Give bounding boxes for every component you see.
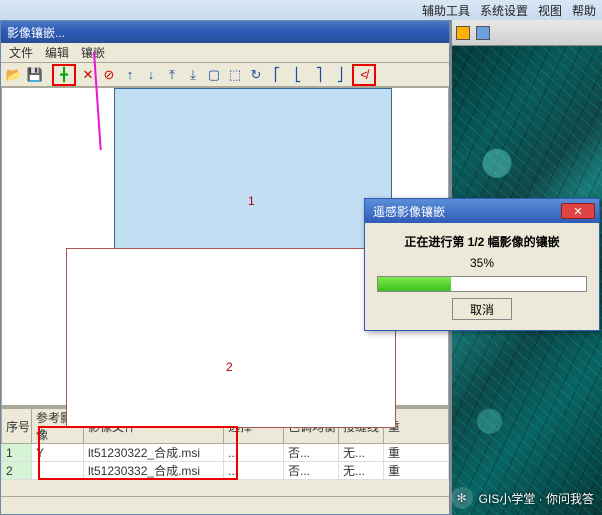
window-title: 影像镶嵌... xyxy=(7,24,65,41)
bracket3-icon[interactable]: ⎤ xyxy=(310,66,328,84)
dialog-title: 遥感影像镶嵌 xyxy=(373,203,445,220)
menu-aux[interactable]: 辅助工具 xyxy=(422,2,470,19)
progress-bar xyxy=(377,276,587,292)
top-menubar: 辅助工具 系统设置 视图 帮助 xyxy=(0,0,602,20)
menu-edit[interactable]: 编辑 xyxy=(45,44,69,61)
bracket4-icon[interactable]: ⎦ xyxy=(331,66,349,84)
table-row[interactable]: 2 lt51230332_合成.msi ... 否... 无... 重 xyxy=(2,462,449,480)
up-icon[interactable]: ↑ xyxy=(121,66,139,84)
status-bar xyxy=(1,496,449,514)
progress-percent: 35% xyxy=(470,256,494,270)
wechat-icon: ✻ xyxy=(451,487,473,509)
save-icon[interactable]: 💾 xyxy=(26,66,44,84)
run-icon[interactable]: ≮ xyxy=(355,66,373,84)
window-menubar: 文件 编辑 镶嵌 xyxy=(1,43,449,63)
progress-dialog: 遥感影像镶嵌 ✕ 正在进行第 1/2 幅影像的镶嵌 35% 取消 xyxy=(364,198,600,331)
table-row[interactable]: 1 Y lt51230322_合成.msi ... 否... 无... 重 xyxy=(2,444,449,462)
window-titlebar[interactable]: 影像镶嵌... xyxy=(1,21,449,43)
map-tool-icon[interactable] xyxy=(476,26,490,40)
dialog-titlebar[interactable]: 遥感影像镶嵌 ✕ xyxy=(365,199,599,223)
menu-view[interactable]: 视图 xyxy=(538,2,562,19)
menu-help[interactable]: 帮助 xyxy=(572,2,596,19)
label-2: 2 xyxy=(226,360,233,374)
bracket1-icon[interactable]: ⎡ xyxy=(268,66,286,84)
delete-icon[interactable]: ✕ xyxy=(79,66,97,84)
refresh-icon[interactable]: ↻ xyxy=(247,66,265,84)
open-icon[interactable]: 📂 xyxy=(5,66,23,84)
top-icon[interactable]: ⤒ xyxy=(163,66,181,84)
progress-message: 正在进行第 1/2 幅影像的镶嵌 xyxy=(404,233,559,250)
bracket2-icon[interactable]: ⎣ xyxy=(289,66,307,84)
add-icon[interactable]: ╋ xyxy=(55,66,73,84)
toolbar: 📂 💾 ╋ ✕ ⊘ ↑ ↓ ⤒ ⤓ ▢ ⬚ ↻ ⎡ ⎣ ⎤ ⎦ ≮ xyxy=(1,63,449,87)
watermark: ✻ GIS小学堂 · 你问我答 xyxy=(451,487,594,509)
image-extent-2[interactable] xyxy=(66,248,396,428)
down-icon[interactable]: ↓ xyxy=(142,66,160,84)
map-tool-icon[interactable] xyxy=(456,26,470,40)
map-toolbar xyxy=(452,20,602,46)
menu-sys[interactable]: 系统设置 xyxy=(480,2,528,19)
label-1: 1 xyxy=(248,194,255,208)
rect1-icon[interactable]: ▢ xyxy=(205,66,223,84)
forbid-icon[interactable]: ⊘ xyxy=(100,66,118,84)
rect2-icon[interactable]: ⬚ xyxy=(226,66,244,84)
cancel-button[interactable]: 取消 xyxy=(452,298,512,320)
close-icon[interactable]: ✕ xyxy=(561,203,595,219)
menu-mosaic[interactable]: 镶嵌 xyxy=(81,44,105,61)
bottom-icon[interactable]: ⤓ xyxy=(184,66,202,84)
col-index[interactable]: 序号 xyxy=(2,409,32,444)
menu-file[interactable]: 文件 xyxy=(9,44,33,61)
